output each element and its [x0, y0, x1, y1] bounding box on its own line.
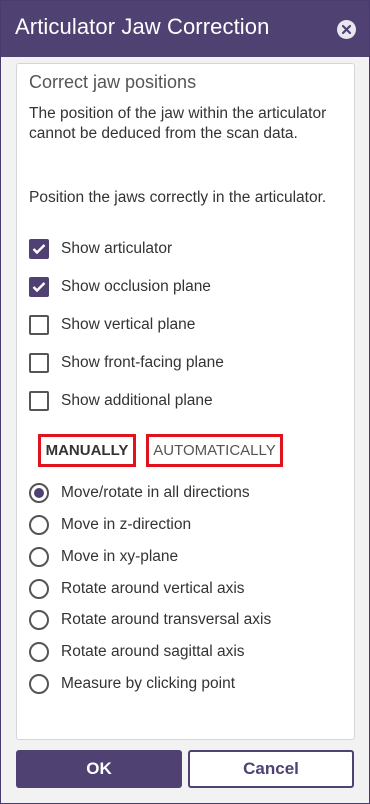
- tab-manually[interactable]: MANUALLY: [38, 434, 136, 467]
- radio-rotate-transversal[interactable]: Rotate around transversal axis: [29, 608, 271, 632]
- radio-move-z[interactable]: Move in z-direction: [29, 513, 191, 537]
- radio-button[interactable]: [29, 674, 49, 694]
- radio-button[interactable]: [29, 642, 49, 662]
- radio-button[interactable]: [29, 579, 49, 599]
- checkbox-box[interactable]: [29, 353, 49, 373]
- instruction-text: Position the jaws correctly in the artic…: [29, 189, 327, 206]
- radio-label: Move/rotate in all directions: [61, 484, 250, 501]
- checkbox-box[interactable]: [29, 315, 49, 335]
- radio-move-xy[interactable]: Move in xy-plane: [29, 545, 178, 569]
- checkbox-box[interactable]: [29, 277, 49, 297]
- description-text: The position of the jaw within the artic…: [29, 105, 327, 142]
- checkbox-label: Show additional plane: [61, 392, 213, 409]
- radio-button[interactable]: [29, 515, 49, 535]
- dialog-window: Articulator Jaw Correction Correct jaw p…: [0, 0, 370, 804]
- radio-selected-dot: [34, 488, 44, 498]
- radio-button[interactable]: [29, 483, 49, 503]
- radio-measure-point[interactable]: Measure by clicking point: [29, 672, 235, 696]
- checkbox-label: Show front-facing plane: [61, 354, 224, 371]
- checkbox-label: Show occlusion plane: [61, 278, 211, 295]
- radio-rotate-vertical[interactable]: Rotate around vertical axis: [29, 577, 245, 601]
- checkbox-box[interactable]: [29, 239, 49, 259]
- radio-move-rotate-all[interactable]: Move/rotate in all directions: [29, 481, 250, 505]
- radio-button[interactable]: [29, 547, 49, 567]
- checkbox-show-occlusion-plane[interactable]: Show occlusion plane: [29, 275, 211, 299]
- title-bar: Articulator Jaw Correction: [1, 1, 369, 57]
- radio-label: Rotate around vertical axis: [61, 580, 245, 597]
- checkbox-label: Show vertical plane: [61, 316, 196, 333]
- content-panel: Correct jaw positions The position of th…: [16, 63, 355, 740]
- checkbox-show-additional-plane[interactable]: Show additional plane: [29, 389, 213, 413]
- radio-label: Rotate around sagittal axis: [61, 643, 245, 660]
- close-button[interactable]: [337, 20, 356, 39]
- radio-label: Move in z-direction: [61, 516, 192, 533]
- checkbox-show-articulator[interactable]: Show articulator: [29, 237, 172, 261]
- dialog-title: Articulator Jaw Correction: [15, 14, 270, 39]
- ok-button[interactable]: OK: [16, 750, 182, 788]
- checkbox-show-front-facing-plane[interactable]: Show front-facing plane: [29, 351, 224, 375]
- close-icon: [341, 24, 352, 35]
- radio-label: Rotate around transversal axis: [61, 611, 272, 628]
- cancel-button[interactable]: Cancel: [188, 750, 354, 788]
- radio-button[interactable]: [29, 610, 49, 630]
- radio-rotate-sagittal[interactable]: Rotate around sagittal axis: [29, 640, 245, 664]
- checkbox-box[interactable]: [29, 391, 49, 411]
- radio-label: Move in xy-plane: [61, 548, 179, 565]
- checkbox-label: Show articulator: [61, 240, 173, 257]
- section-title: Correct jaw positions: [29, 72, 197, 92]
- checkmark-icon: [32, 282, 46, 293]
- radio-label: Measure by clicking point: [61, 675, 236, 692]
- checkbox-show-vertical-plane[interactable]: Show vertical plane: [29, 313, 195, 337]
- checkmark-icon: [32, 244, 46, 255]
- tab-automatically[interactable]: AUTOMATICALLY: [146, 434, 283, 467]
